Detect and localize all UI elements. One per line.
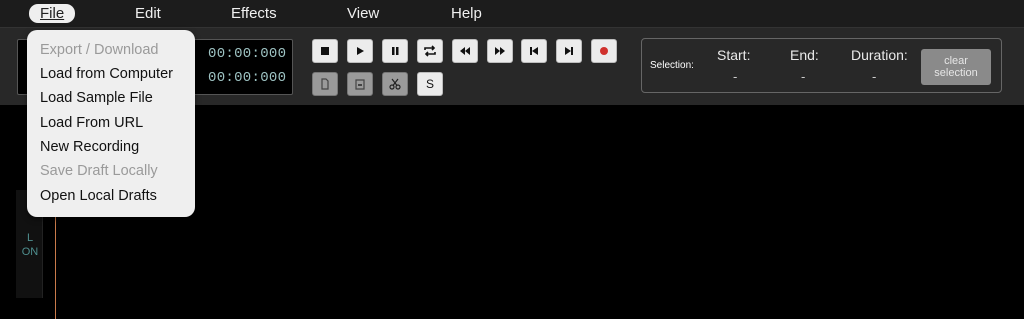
copy-icon — [321, 78, 329, 90]
menu-item-open-local-drafts[interactable]: Open Local Drafts — [40, 188, 157, 204]
silence-label: S — [425, 77, 434, 91]
fast-forward-icon — [495, 47, 505, 55]
menu-item-export-download[interactable]: Export / Download — [40, 42, 158, 58]
menu-item-load-from-computer[interactable]: Load from Computer — [40, 66, 173, 82]
clear-selection-button[interactable]: clear selection — [921, 49, 991, 85]
duration-value: - — [872, 69, 877, 84]
play-icon — [357, 47, 364, 55]
skip-start-icon — [530, 47, 538, 55]
pause-button[interactable] — [382, 39, 408, 63]
paste-icon — [355, 79, 365, 90]
skip-end-icon — [565, 47, 573, 55]
play-button[interactable] — [347, 39, 373, 63]
clear-label-line1: clear — [944, 55, 968, 67]
fast-forward-button[interactable] — [487, 39, 513, 63]
clear-label-line2: selection — [934, 67, 978, 79]
menu-effects[interactable]: Effects — [231, 4, 277, 23]
duration-label: Duration: — [851, 47, 908, 63]
record-icon — [600, 47, 608, 55]
record-button[interactable] — [591, 39, 617, 63]
end-label: End: — [790, 47, 819, 63]
start-label: Start: — [717, 47, 751, 63]
current-time: 00:00:000 — [208, 46, 287, 62]
skip-end-button[interactable] — [556, 39, 582, 63]
rewind-button[interactable] — [452, 39, 478, 63]
skip-start-button[interactable] — [521, 39, 547, 63]
channel-status-toggle[interactable]: ON — [16, 246, 44, 258]
copy-button[interactable] — [312, 72, 338, 96]
menu-edit[interactable]: Edit — [135, 4, 161, 23]
end-value: - — [801, 69, 806, 84]
menu-item-load-from-url[interactable]: Load From URL — [40, 115, 143, 131]
channel-name: L — [26, 232, 34, 244]
menu-view[interactable]: View — [347, 4, 379, 23]
loop-button[interactable] — [417, 39, 443, 63]
stop-icon — [321, 47, 329, 55]
pause-icon — [392, 47, 399, 55]
stop-button[interactable] — [312, 39, 338, 63]
total-time: 00:00:000 — [208, 70, 287, 86]
selection-label: Selection: — [650, 60, 694, 71]
file-menu-dropdown: Export / Download Load from Computer Loa… — [27, 30, 195, 217]
start-value: - — [733, 69, 738, 84]
rewind-icon — [460, 47, 470, 55]
paste-button[interactable] — [347, 72, 373, 96]
menu-item-new-recording[interactable]: New Recording — [40, 139, 139, 155]
menu-bar: File Edit Effects View Help — [0, 0, 1024, 28]
menu-help[interactable]: Help — [451, 4, 482, 23]
cut-icon — [389, 78, 401, 90]
silence-button[interactable]: S — [417, 72, 443, 96]
cut-button[interactable] — [382, 72, 408, 96]
menu-item-save-draft-locally[interactable]: Save Draft Locally — [40, 163, 158, 179]
menu-item-load-sample-file[interactable]: Load Sample File — [40, 90, 153, 106]
loop-icon — [424, 45, 436, 57]
menu-file[interactable]: File — [29, 4, 76, 23]
